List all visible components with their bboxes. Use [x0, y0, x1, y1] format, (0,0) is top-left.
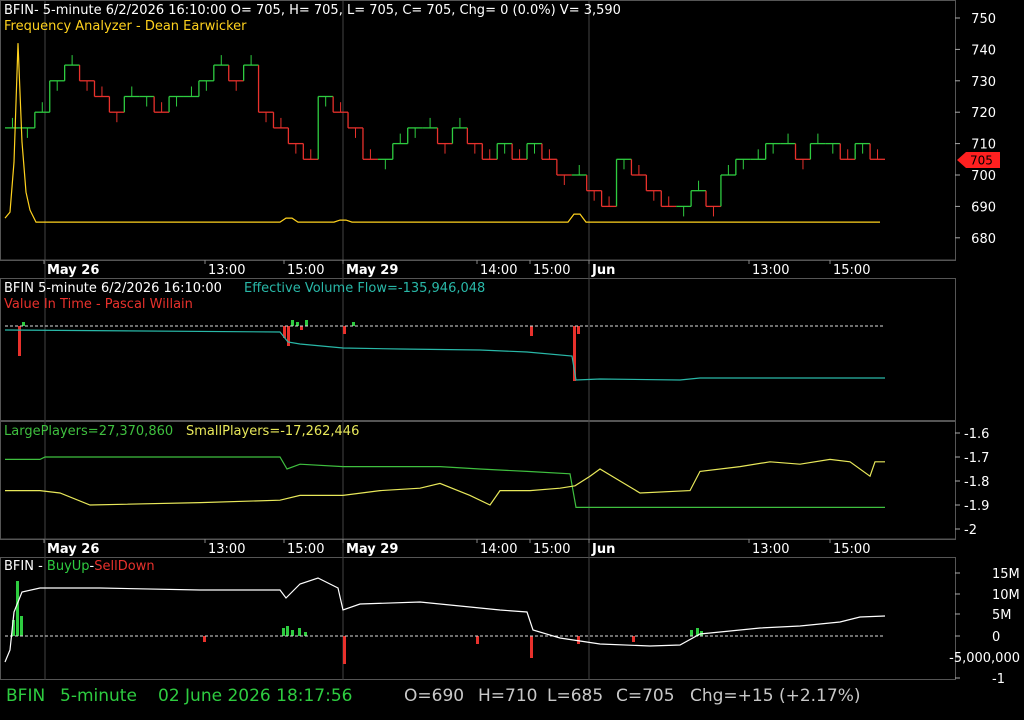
panel4-title: BFIN - BuyUp-SellDown: [4, 559, 155, 574]
players-tick-label: -1.9: [964, 499, 989, 514]
buyup-y-axis: 15M10M5M0-5,000,000-1: [949, 567, 1020, 687]
selldown-label: SellDown: [94, 559, 154, 574]
price-tick-label: 740: [971, 43, 996, 58]
buyup-bar: [476, 636, 479, 644]
last-price-value: 705: [970, 154, 993, 168]
price-tick-label: 700: [971, 169, 996, 184]
volume-bar: [287, 326, 290, 346]
date-axis-label: 14:00: [480, 542, 517, 557]
date-axis-label: Jun: [591, 263, 615, 278]
small-players-line: [5, 458, 885, 506]
buyup-tick-label: 0: [992, 630, 1000, 645]
date-axis-label: 15:00: [533, 542, 570, 557]
date-axis-label: May 29: [346, 263, 398, 278]
buyup-selldown-line: [4, 577, 886, 663]
date-axis-label: May 26: [47, 263, 99, 278]
date-axis-label: 15:00: [833, 542, 870, 557]
volume-bar: [577, 326, 580, 334]
effective-volume-flow-label: Effective Volume Flow=-135,946,048: [244, 281, 485, 296]
status-low: L=685: [547, 686, 604, 706]
buyup-bar: [690, 630, 693, 636]
buyup-bar: [16, 581, 19, 636]
volume-bar: [291, 320, 294, 326]
buyup-bar: [298, 628, 301, 636]
volume-bar: [305, 320, 308, 326]
effective-volume-flow-line: [4, 329, 885, 381]
trading-chart: BFIN- 5-minute 6/2/2026 16:10:00 O= 705,…: [0, 0, 1020, 687]
volume-flow-panel: BFIN 5-minute 6/2/2026 16:10:00 Effectiv…: [4, 281, 885, 381]
buyup-bar: [304, 632, 307, 636]
panel-frames: [0, 0, 956, 680]
date-axis-label: May 29: [346, 542, 398, 557]
date-axis-top: May 26 13:00 15:00 May 29 14:00 15:00 Jun 13:00…: [0, 259, 955, 278]
price-tick-label: 750: [971, 12, 996, 27]
players-tick-label: -1.8: [964, 475, 989, 490]
volume-bar: [530, 326, 533, 336]
date-axis-label: May 26: [47, 542, 99, 557]
panel1-header: BFIN- 5-minute 6/2/2026 16:10:00 O= 705,…: [4, 3, 621, 18]
status-symbol: BFIN: [6, 686, 46, 706]
value-in-time-label: Value In Time - Pascal Willain: [4, 297, 193, 312]
status-open: O=690: [404, 686, 465, 706]
date-axis-label: 15:00: [287, 542, 324, 557]
volume-bar: [343, 326, 346, 334]
buyup-bar: [530, 636, 533, 658]
buyup-bars: [12, 581, 703, 664]
frequency-analyzer-label: Frequency Analyzer - Dean Earwicker: [4, 19, 247, 34]
buyup-tick-label: -5,000,000: [949, 651, 1020, 666]
date-axis-label: 14:00: [480, 263, 517, 278]
date-axis-label: 13:00: [752, 263, 789, 278]
volume-bar: [352, 322, 355, 326]
status-bar: BFIN 5-minute 02 June 2026 18:17:56 O=69…: [0, 682, 1024, 712]
price-tick-label: 690: [971, 200, 996, 215]
buyup-bar: [632, 636, 635, 642]
buyup-bar: [282, 628, 285, 636]
status-datetime: 02 June 2026 18:17:56: [158, 686, 353, 706]
players-tick-label: -1.6: [964, 427, 989, 442]
price-y-axis: 750 740 730 720 710 700 690 680: [955, 12, 996, 247]
buyup-bar: [286, 626, 289, 636]
date-axis-label: 13:00: [208, 263, 245, 278]
panel2-header: BFIN 5-minute 6/2/2026 16:10:00: [4, 281, 222, 296]
date-axis-label: 15:00: [533, 263, 570, 278]
buyup-selldown-panel: BFIN - BuyUp-SellDown 15M 10M 5M 0 -5,000,00…: [4, 559, 1020, 687]
frequency-analyzer-line: [4, 43, 880, 223]
buyup-label: BuyUp: [47, 559, 90, 574]
status-close: C=705: [616, 686, 675, 706]
price-step-line: [5, 55, 885, 217]
status-change: Chg=+15 (+2.17%): [690, 686, 861, 706]
players-y-axis: -1.6 -1.7 -1.8 -1.9 -2: [955, 427, 989, 538]
status-high: H=710: [478, 686, 538, 706]
players-tick-label: -1.7: [964, 451, 989, 466]
panel4-symbol: BFIN -: [4, 559, 47, 574]
price-tick-label: 680: [971, 232, 996, 247]
buyup-tick-label: 10M: [992, 588, 1020, 603]
players-tick-label: -2: [964, 523, 977, 538]
buyup-tick-label: 5M: [992, 608, 1012, 623]
date-axis-bottom: May 26 13:00 15:00 May 29 14:00 15:00 Jun 13:00…: [0, 538, 955, 557]
date-axis-label: 13:00: [208, 542, 245, 557]
players-panel: LargePlayers=27,370,860 SmallPlayers=-17…: [4, 424, 989, 538]
volume-bar: [300, 326, 303, 330]
price-tick-label: 710: [971, 138, 996, 153]
date-axis-label: 15:00: [833, 263, 870, 278]
date-axis-label: Jun: [591, 542, 615, 557]
buyup-bar: [203, 636, 206, 642]
volume-bar: [296, 322, 299, 326]
status-interval: 5-minute: [60, 686, 137, 706]
last-price-marker: 705: [957, 152, 1000, 168]
date-axis-label: 13:00: [752, 542, 789, 557]
buyup-bar: [20, 616, 23, 636]
buyup-bar: [577, 636, 580, 644]
small-players-label: SmallPlayers=-17,262,446: [186, 424, 359, 439]
large-players-label: LargePlayers=27,370,860: [4, 424, 173, 439]
date-axis-label: 15:00: [287, 263, 324, 278]
buyup-bar: [343, 636, 346, 664]
price-panel: BFIN- 5-minute 6/2/2026 16:10:00 O= 705,…: [4, 3, 1000, 247]
buyup-tick-label: 15M: [992, 567, 1020, 582]
price-tick-label: 730: [971, 75, 996, 90]
volume-bar: [22, 322, 25, 326]
buyup-bar: [291, 630, 294, 636]
price-tick-label: 720: [971, 106, 996, 121]
